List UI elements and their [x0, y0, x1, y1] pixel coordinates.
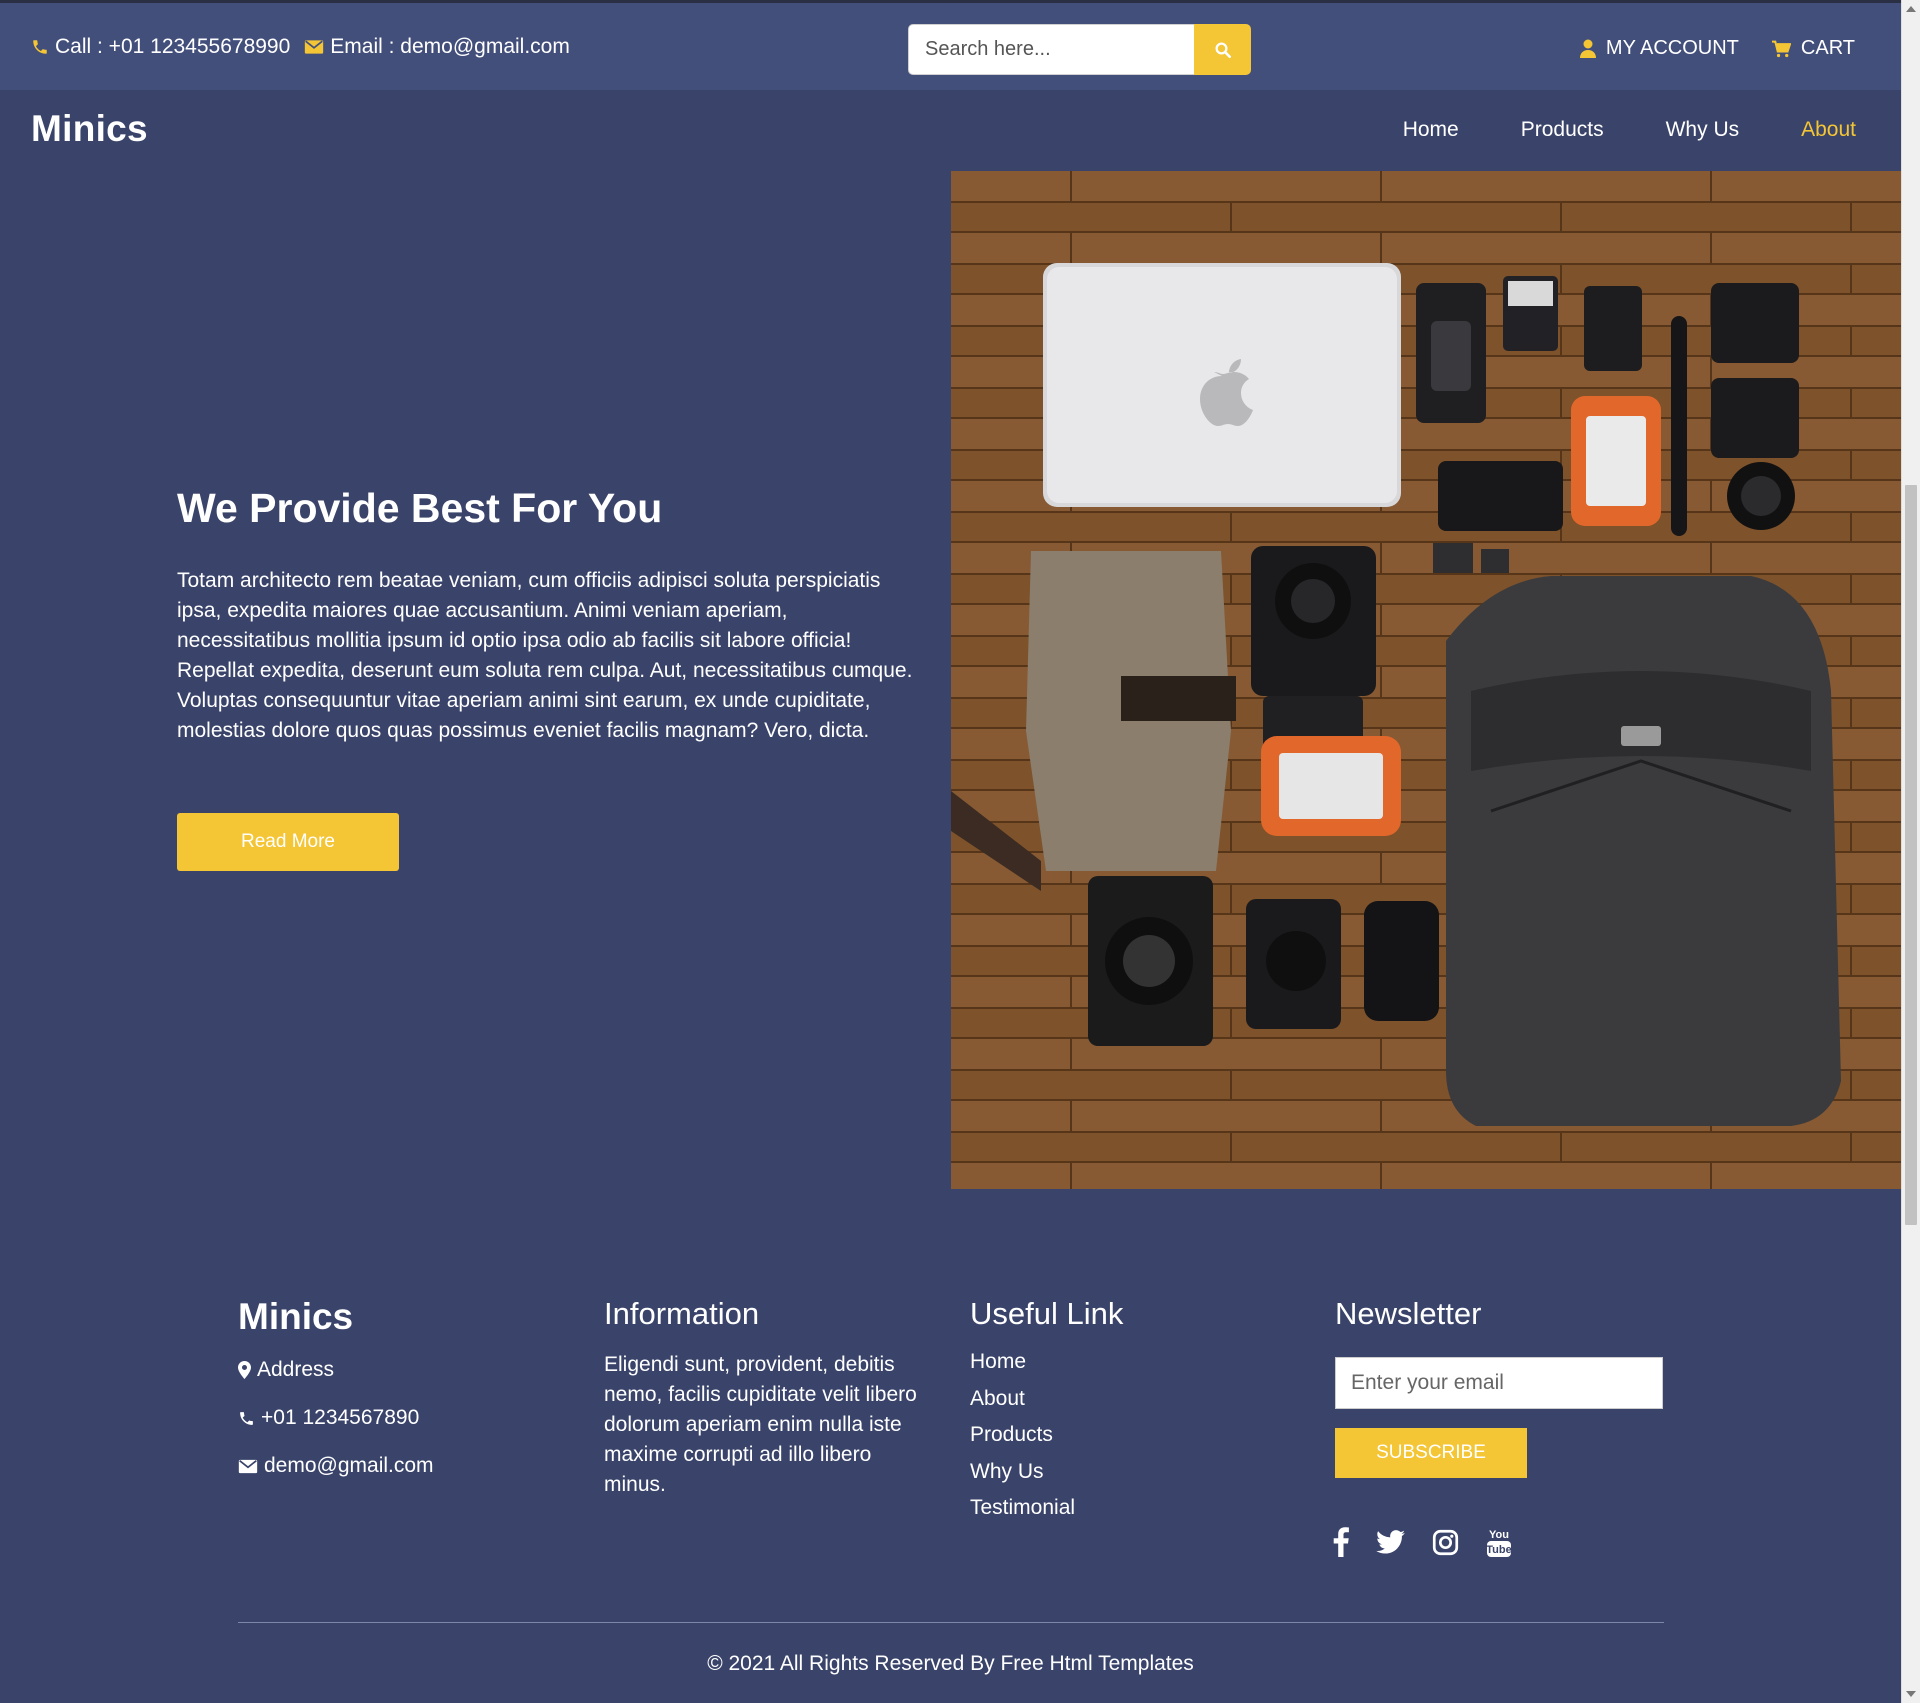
- nav-about[interactable]: About: [1801, 118, 1856, 142]
- svg-text:You: You: [1489, 1529, 1509, 1541]
- footer-link-products[interactable]: Products: [970, 1417, 1123, 1454]
- footer-phone: +01 1234567890: [238, 1406, 434, 1430]
- cart-label: CART: [1800, 37, 1855, 59]
- search-input[interactable]: [908, 24, 1194, 75]
- main-navbar: Minics Home Products Why Us About: [0, 90, 1901, 172]
- read-more-button[interactable]: Read More: [177, 813, 399, 871]
- useful-link-heading: Useful Link: [970, 1296, 1124, 1331]
- hero-description: Totam architecto rem beatae veniam, cum …: [177, 569, 913, 742]
- search-button[interactable]: [1194, 24, 1251, 75]
- cart-link[interactable]: CART: [1771, 37, 1855, 60]
- footer-newsletter-column: Newsletter: [1335, 1296, 1481, 1332]
- information-text: Eligendi sunt, provident, debitis nemo, …: [604, 1353, 917, 1496]
- social-links: You Tube: [1333, 1526, 1539, 1558]
- footer-link-home[interactable]: Home: [970, 1344, 1123, 1381]
- footer-link-about[interactable]: About: [970, 1381, 1123, 1418]
- footer-brand-column: Minics Address +01 1234567890 demo@gmail…: [238, 1296, 434, 1478]
- footer-links-column: Useful Link Home About Products Why Us T…: [970, 1296, 1123, 1527]
- phone-icon: [238, 1410, 255, 1427]
- search-icon: [1214, 41, 1232, 59]
- scroll-down-arrow-icon[interactable]: [1906, 1691, 1916, 1697]
- footer-phone-text[interactable]: +01 1234567890: [261, 1406, 419, 1430]
- copyright-text: © 2021 All Rights Reserved By Free Html …: [707, 1652, 1194, 1675]
- user-icon: [1579, 39, 1596, 59]
- instagram-icon[interactable]: [1432, 1529, 1459, 1556]
- hero-image: [951, 171, 1901, 1189]
- hero-title: We Provide Best For You: [177, 485, 663, 531]
- site-logo[interactable]: Minics: [31, 108, 148, 150]
- nav-why-us[interactable]: Why Us: [1666, 118, 1740, 142]
- my-account-link[interactable]: MY ACCOUNT: [1579, 37, 1739, 60]
- page-scrollbar[interactable]: [1901, 0, 1920, 1703]
- footer-address: Address: [238, 1358, 434, 1382]
- top-bar: Call : +01 123455678990 Email : demo@gma…: [0, 0, 1901, 90]
- phone-icon: [31, 38, 49, 56]
- svg-text:Tube: Tube: [1486, 1544, 1511, 1556]
- my-account-label: MY ACCOUNT: [1605, 37, 1739, 59]
- envelope-icon: [238, 1459, 258, 1474]
- cart-icon: [1771, 40, 1791, 58]
- footer-logo: Minics: [238, 1296, 354, 1337]
- map-marker-icon: [238, 1361, 251, 1379]
- youtube-icon[interactable]: You Tube: [1486, 1526, 1512, 1558]
- nav-home[interactable]: Home: [1403, 118, 1459, 142]
- account-links: MY ACCOUNT CART: [1548, 37, 1855, 60]
- newsletter-heading: Newsletter: [1335, 1296, 1482, 1331]
- contact-info: Call : +01 123455678990 Email : demo@gma…: [31, 35, 570, 59]
- footer-email: demo@gmail.com: [238, 1454, 434, 1478]
- subscribe-button[interactable]: SUBSCRIBE: [1335, 1428, 1527, 1478]
- newsletter-email-input[interactable]: [1335, 1357, 1663, 1409]
- useful-links-list: Home About Products Why Us Testimonial: [970, 1344, 1123, 1527]
- footer-address-text: Address: [257, 1358, 335, 1381]
- hero-text: We Provide Best For You Totam architecto…: [177, 485, 917, 746]
- footer-link-testimonial[interactable]: Testimonial: [970, 1490, 1123, 1527]
- envelope-icon: [304, 39, 324, 55]
- email-link[interactable]: Email : demo@gmail.com: [330, 35, 570, 59]
- call-link[interactable]: Call : +01 123455678990: [55, 35, 290, 59]
- twitter-icon[interactable]: [1376, 1530, 1405, 1554]
- footer-link-why-us[interactable]: Why Us: [970, 1454, 1123, 1491]
- main-nav: Home Products Why Us About: [1341, 118, 1856, 142]
- facebook-icon[interactable]: [1333, 1527, 1349, 1557]
- nav-products[interactable]: Products: [1521, 118, 1604, 142]
- search-form: [908, 24, 1251, 75]
- information-heading: Information: [604, 1296, 760, 1331]
- footer-divider: [238, 1622, 1664, 1623]
- footer-email-text[interactable]: demo@gmail.com: [264, 1454, 434, 1478]
- footer-information-column: Information Eligendi sunt, provident, de…: [604, 1296, 934, 1500]
- scrollbar-thumb[interactable]: [1905, 485, 1917, 1225]
- scroll-up-arrow-icon[interactable]: [1906, 6, 1916, 12]
